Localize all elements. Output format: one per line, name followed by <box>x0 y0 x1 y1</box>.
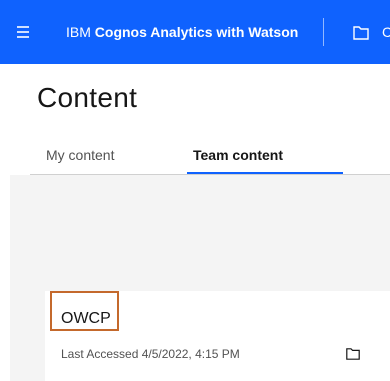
card-last-accessed: Last Accessed 4/5/2022, 4:15 PM <box>61 347 240 361</box>
product-name: Cognos Analytics with Watson <box>94 24 299 40</box>
content-tabs: My content Team content <box>30 137 390 175</box>
app-header: IBM Cognos Analytics with Watson C <box>0 0 390 64</box>
app-title: IBM Cognos Analytics with Watson <box>66 24 298 40</box>
card-title[interactable]: OWCP <box>61 309 111 329</box>
folder-label[interactable]: C <box>382 24 390 40</box>
folder-icon <box>346 348 360 360</box>
hamburger-menu-icon[interactable] <box>17 26 29 38</box>
tab-my-content[interactable]: My content <box>46 137 114 173</box>
folder-icon[interactable] <box>353 26 369 40</box>
tab-team-content[interactable]: Team content <box>187 137 343 174</box>
page-title: Content <box>37 82 138 113</box>
tab-team-content-label: Team content <box>193 147 283 163</box>
brand-name: IBM <box>66 24 91 40</box>
header-divider <box>323 18 324 46</box>
